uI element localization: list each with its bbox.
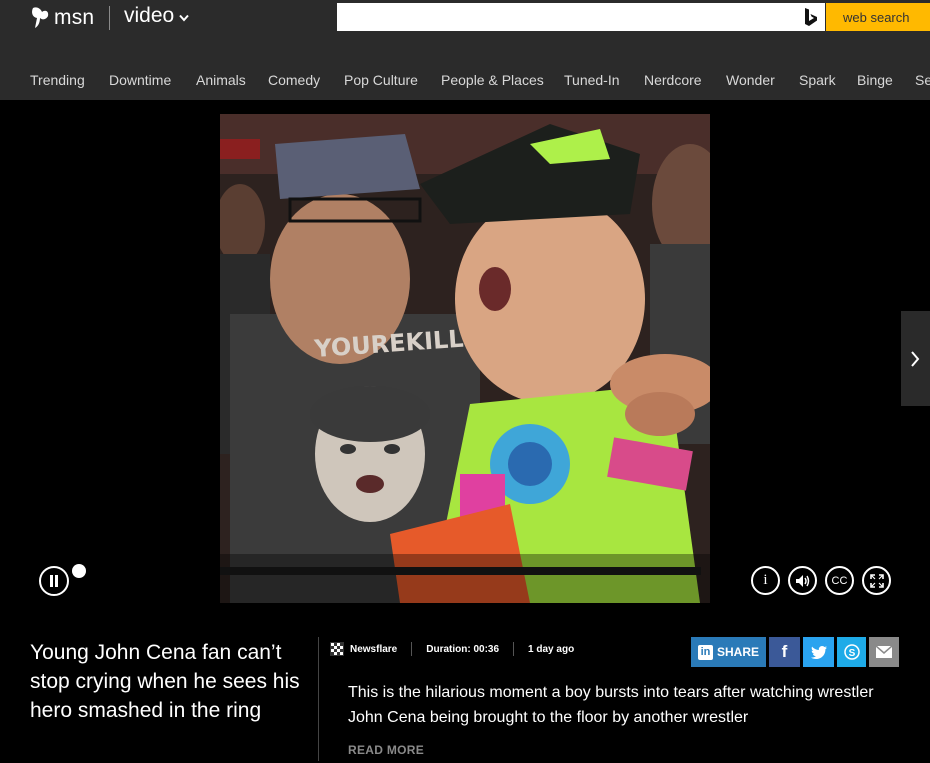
- volume-button[interactable]: [788, 566, 817, 595]
- share-bar: in SHARE f S: [691, 637, 902, 667]
- bing-icon: [805, 8, 817, 26]
- fullscreen-button[interactable]: [862, 566, 891, 595]
- meta-divider: [513, 642, 515, 656]
- video-still-image: YOUREKILLING: [220, 114, 710, 603]
- nav-item-downtime[interactable]: Downtime: [109, 72, 171, 88]
- msn-logo[interactable]: msn: [30, 4, 94, 32]
- meta-divider: [411, 642, 413, 656]
- section-selector[interactable]: video: [124, 4, 189, 28]
- video-duration: Duration: 00:36: [426, 643, 500, 655]
- info-button[interactable]: i: [751, 566, 780, 595]
- facebook-icon: f: [781, 642, 788, 661]
- brand-text: msn: [54, 6, 95, 29]
- linkedin-share-button[interactable]: in SHARE: [691, 637, 766, 667]
- nav-item-nerdcore[interactable]: Nerdcore: [644, 72, 702, 88]
- nav-item-spark[interactable]: Spark: [799, 72, 836, 88]
- provider-name[interactable]: Newsflare: [350, 644, 397, 655]
- nav-item-binge[interactable]: Binge: [857, 72, 893, 88]
- category-nav: Trending Downtime Animals Comedy Pop Cul…: [0, 72, 930, 92]
- twitter-share-button[interactable]: [803, 637, 834, 667]
- envelope-icon: [876, 646, 892, 658]
- search-input[interactable]: [337, 3, 825, 31]
- next-video-button[interactable]: [901, 311, 930, 406]
- video-title: Young John Cena fan can’t stop crying wh…: [30, 641, 300, 722]
- read-more-link[interactable]: READ MORE: [348, 743, 424, 757]
- pause-button[interactable]: [39, 566, 69, 596]
- fullscreen-icon: [869, 573, 884, 588]
- chevron-right-icon: [911, 351, 920, 367]
- email-share-button[interactable]: [869, 637, 899, 667]
- msn-butterfly-icon: [32, 7, 49, 28]
- posted-time: 1 day ago: [528, 643, 575, 655]
- closed-captions-button[interactable]: CC: [825, 566, 854, 595]
- speaker-icon: [795, 574, 809, 587]
- cc-icon: CC: [831, 574, 848, 587]
- chevron-down-icon: [179, 14, 189, 22]
- nav-item-pop-culture[interactable]: Pop Culture: [344, 72, 418, 88]
- nav-item-wonder[interactable]: Wonder: [726, 72, 775, 88]
- nav-item-trending[interactable]: Trending: [30, 72, 85, 88]
- logo-divider: [109, 6, 110, 30]
- skype-share-button[interactable]: S: [837, 637, 866, 667]
- pause-icon: [50, 575, 58, 587]
- nav-item-people-places[interactable]: People & Places: [441, 72, 544, 88]
- facebook-share-button[interactable]: f: [769, 637, 800, 667]
- info-divider: [318, 637, 319, 761]
- video-description: This is the hilarious moment a boy burst…: [348, 684, 874, 726]
- nav-item-comedy[interactable]: Comedy: [268, 72, 320, 88]
- video-info: Young John Cena fan can’t stop crying wh…: [0, 618, 930, 763]
- progress-bar[interactable]: [220, 567, 701, 575]
- nav-item-more[interactable]: Se: [915, 72, 930, 88]
- section-label: video: [124, 4, 175, 27]
- scrubber-handle[interactable]: [72, 564, 86, 578]
- video-player: YOUREKILLING i CC: [0, 100, 930, 618]
- nav-item-animals[interactable]: Animals: [196, 72, 246, 88]
- twitter-bird-icon: [810, 645, 827, 659]
- share-label: SHARE: [716, 645, 759, 659]
- nav-item-tuned-in[interactable]: Tuned-In: [564, 72, 620, 88]
- video-meta: Newsflare Duration: 00:36 1 day ago: [330, 638, 574, 660]
- linkedin-icon: in: [697, 644, 713, 660]
- video-frame[interactable]: YOUREKILLING: [220, 114, 710, 603]
- skype-icon: S: [843, 644, 860, 660]
- provider-logo-icon: [330, 642, 344, 656]
- top-bar: msn video web search Trending Downtime A…: [0, 0, 930, 100]
- web-search-button[interactable]: web search: [826, 3, 930, 31]
- info-icon: i: [763, 572, 768, 588]
- svg-text:S: S: [848, 648, 855, 659]
